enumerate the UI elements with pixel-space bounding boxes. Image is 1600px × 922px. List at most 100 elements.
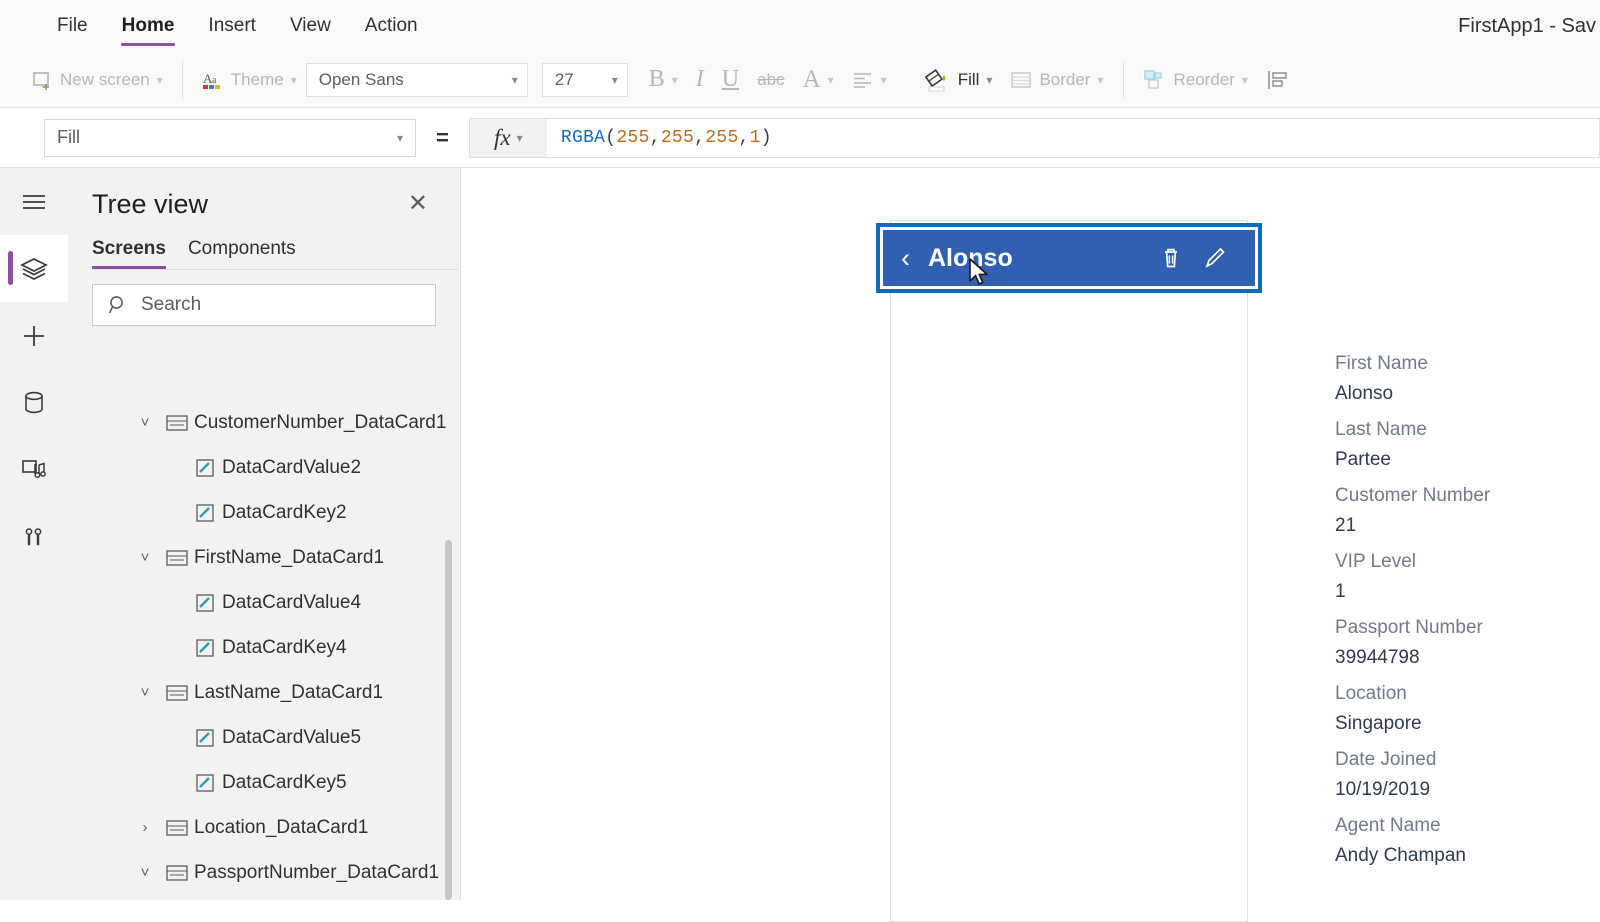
font-name-select[interactable]: Open Sans ▾ (305, 62, 528, 97)
chevron-down-icon[interactable]: ˅ (130, 684, 160, 701)
fill-button[interactable]: Fill ▾ (916, 60, 1002, 100)
chevron-down-icon: ▾ (671, 72, 678, 87)
underline-button[interactable]: U (713, 60, 748, 100)
rail-media-button[interactable] (0, 436, 68, 503)
menu-item-view[interactable]: View (273, 0, 348, 52)
app-canvas[interactable]: First Name Alonso Last Name Partee Custo… (462, 168, 1600, 922)
trash-icon[interactable] (1149, 245, 1193, 271)
tab-components[interactable]: Components (188, 238, 296, 269)
rail-tree-view-button[interactable] (0, 235, 68, 302)
tree-item-datacardkey4[interactable]: DataCardKey4 (68, 625, 461, 670)
control-icon (188, 503, 222, 523)
ribbon-group-screen: New screen ▾ (0, 57, 182, 103)
menu-item-file[interactable]: File (40, 0, 105, 52)
tree-item-datacardkey5[interactable]: DataCardKey5 (68, 760, 461, 805)
border-button[interactable]: Border ▾ (1001, 60, 1112, 100)
field-label: Agent Name (1335, 815, 1441, 836)
rail-data-button[interactable] (0, 369, 68, 436)
tree-view-panel: Tree view ✕ Screens Components ˅ Custome… (68, 168, 461, 900)
border-label: Border (1039, 69, 1091, 89)
fx-button[interactable]: fx ▾ (468, 117, 547, 158)
menu-item-insert[interactable]: Insert (191, 0, 273, 52)
tree-item-datacardvalue2[interactable]: DataCardValue2 (68, 445, 461, 490)
control-icon (188, 773, 222, 793)
tree-item-datacardkey2[interactable]: DataCardKey2 (68, 490, 461, 535)
align-left-icon (852, 71, 874, 89)
menu-bar: File Home Insert View Action FirstApp1 -… (0, 0, 1600, 52)
fill-label: Fill (957, 69, 980, 89)
search-box[interactable] (92, 284, 436, 326)
chevron-down-icon[interactable]: ˅ (130, 414, 160, 431)
field-value: 10/19/2019 (1335, 779, 1431, 800)
font-size-select[interactable]: 27 ▾ (541, 62, 628, 97)
field-label: Customer Number (1335, 485, 1491, 506)
screen-preview[interactable]: First Name Alonso Last Name Partee Custo… (890, 220, 1490, 922)
svg-text:a: a (212, 75, 217, 86)
align-objects-button[interactable] (1257, 60, 1299, 100)
form-header-bar[interactable]: ‹ Alonso (883, 230, 1255, 286)
tree-item-location-datacard1[interactable]: › Location_DataCard1 (68, 805, 461, 850)
search-icon (107, 294, 129, 316)
control-icon (188, 458, 222, 478)
ribbon-group-arrange: Reorder ▾ (1124, 57, 1309, 103)
formula-input[interactable]: RGBA(255, 255, 255, 1) (546, 117, 1600, 158)
tree-scrollbar-thumb[interactable] (445, 540, 452, 900)
chevron-right-icon[interactable]: › (130, 819, 160, 836)
control-icon (188, 593, 222, 613)
close-icon[interactable]: ✕ (402, 188, 434, 220)
paint-bucket-icon (924, 67, 951, 93)
selected-control-outline[interactable]: ‹ Alonso (876, 223, 1262, 293)
tree-item-datacardvalue5[interactable]: DataCardValue5 (68, 715, 461, 760)
form-field[interactable]: Customer Number 21 (1335, 481, 1600, 541)
search-input[interactable] (141, 294, 391, 316)
formula-comma-1: , (649, 127, 661, 148)
menu-item-action[interactable]: Action (348, 0, 435, 52)
reorder-icon (1143, 69, 1167, 91)
chevron-down-icon[interactable]: ˅ (130, 549, 160, 566)
tree-item-customernumber-datacard1[interactable]: ˅ CustomerNumber_DataCard1 (68, 400, 461, 445)
tabs-divider (92, 269, 458, 270)
plus-icon (20, 322, 48, 350)
field-label: Last Name (1335, 419, 1427, 440)
form-field[interactable]: First Name Alonso (1335, 349, 1600, 409)
underline-icon: U (721, 66, 740, 92)
layers-icon (19, 255, 49, 283)
theme-button[interactable]: A a Theme ▾ (193, 60, 306, 100)
tree-item-firstname-datacard1[interactable]: ˅ FirstName_DataCard1 (68, 535, 461, 580)
chevron-left-icon[interactable]: ‹ (901, 244, 920, 272)
rail-insert-button[interactable] (0, 302, 68, 369)
tree-item-passportnumber-datacard1[interactable]: ˅ PassportNumber_DataCard1 (68, 850, 461, 895)
chevron-down-icon[interactable]: ˅ (130, 864, 160, 881)
form-field[interactable]: Passport Number 39944798 (1335, 613, 1600, 673)
tree-view-header: Tree view ✕ (68, 168, 460, 220)
tree-item-datacardvalue16[interactable]: DataCardValue16 (68, 895, 461, 900)
form-field[interactable]: Agent Name Andy Champan (1335, 811, 1600, 871)
font-color-button[interactable]: A ▾ (794, 60, 843, 100)
tree-item-datacardvalue4[interactable]: DataCardValue4 (68, 580, 461, 625)
bold-button[interactable]: B ▾ (640, 60, 687, 100)
menu-item-home[interactable]: Home (105, 0, 192, 52)
pencil-icon[interactable] (1193, 245, 1237, 271)
form-field[interactable]: VIP Level 1 (1335, 547, 1600, 607)
reorder-button[interactable]: Reorder ▾ (1134, 60, 1257, 100)
tree-item-lastname-datacard1[interactable]: ˅ LastName_DataCard1 (68, 670, 461, 715)
formula-arg-a: 1 (749, 127, 761, 148)
form-field[interactable]: Last Name Partee (1335, 415, 1600, 475)
italic-button[interactable]: I (687, 60, 713, 100)
tree-item-label: DataCardKey2 (222, 501, 347, 523)
new-screen-button[interactable]: New screen ▾ (22, 60, 172, 100)
form-field[interactable]: Location Singapore (1335, 679, 1600, 739)
rail-advanced-tools-button[interactable] (0, 503, 68, 570)
property-selector[interactable]: Fill ▾ (44, 118, 416, 157)
tab-screens[interactable]: Screens (92, 238, 166, 269)
rail-hamburger-menu-button[interactable] (0, 168, 68, 235)
datacard-icon (160, 684, 194, 702)
tree-item-label: DataCardKey5 (222, 771, 347, 793)
formula-bar: Fill ▾ = fx ▾ RGBA(255, 255, 255, 1) (0, 108, 1600, 168)
form-field[interactable]: Date Joined 10/19/2019 (1335, 745, 1600, 805)
ribbon-group-fill: Fill ▾ Border ▾ (906, 57, 1123, 103)
chevron-down-icon: ▾ (827, 72, 834, 87)
new-screen-label: New screen (60, 69, 150, 89)
strikethrough-button[interactable]: abc (748, 60, 793, 100)
text-align-button[interactable]: ▾ (843, 60, 896, 100)
